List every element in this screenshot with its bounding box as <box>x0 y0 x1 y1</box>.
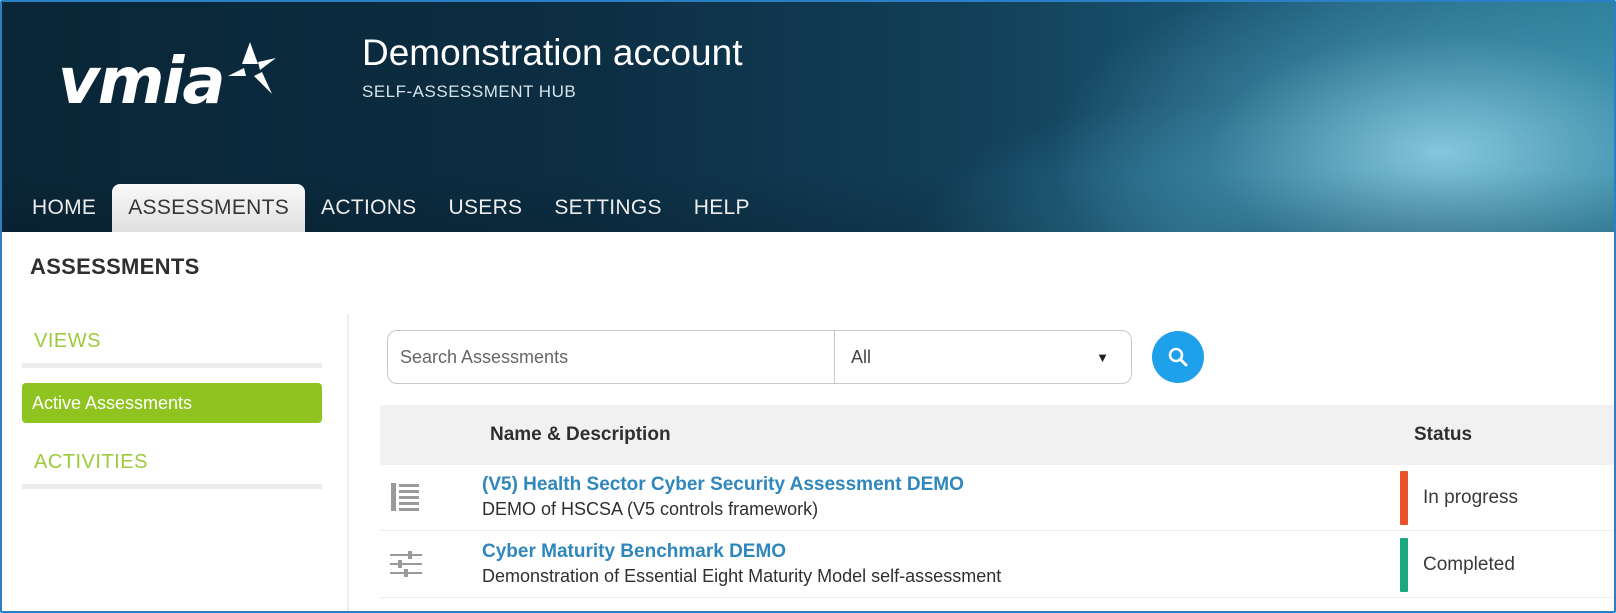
caret-down-icon: ▼ <box>1096 349 1109 365</box>
app-frame: vmia Demonstration account SELF-ASSESSME… <box>0 0 1616 613</box>
column-header-status[interactable]: Status <box>1414 405 1472 465</box>
header-banner: vmia Demonstration account SELF-ASSESSME… <box>2 2 1614 232</box>
main-nav: HOME ASSESSMENTS ACTIONS USERS SETTINGS … <box>16 184 766 232</box>
table-row[interactable]: (V5) Health Sector Cyber Security Assess… <box>380 465 1614 531</box>
search-input[interactable] <box>388 331 834 383</box>
table-header: Name & Description Status <box>380 405 1614 465</box>
search-icon <box>1168 347 1188 367</box>
search-bar: All ▼ <box>387 330 1132 384</box>
status-indicator <box>1400 471 1408 525</box>
tab-assessments[interactable]: ASSESSMENTS <box>112 184 306 232</box>
status-badge: In progress <box>1423 487 1519 508</box>
table-row[interactable]: Cyber Maturity Benchmark DEMO Demonstrat… <box>380 532 1614 598</box>
logo-text: vmia <box>58 45 226 119</box>
sidebar-item-active-assessments[interactable]: Active Assessments <box>22 383 322 423</box>
logo-star-icon <box>228 42 276 94</box>
tab-home[interactable]: HOME <box>16 184 112 232</box>
status-badge: Completed <box>1423 554 1515 575</box>
tab-actions[interactable]: ACTIONS <box>305 184 432 232</box>
list-icon <box>391 483 419 511</box>
sliders-icon <box>390 551 422 577</box>
search-button[interactable] <box>1152 331 1204 383</box>
tab-users[interactable]: USERS <box>433 184 539 232</box>
sidebar: VIEWS Active Assessments ACTIVITIES <box>22 322 322 489</box>
filter-select[interactable]: All ▼ <box>834 331 1131 383</box>
sidebar-heading-views[interactable]: VIEWS <box>22 322 322 368</box>
assessment-link[interactable]: (V5) Health Sector Cyber Security Assess… <box>482 474 964 496</box>
assessment-link[interactable]: Cyber Maturity Benchmark DEMO <box>482 541 786 563</box>
status-indicator <box>1400 538 1408 592</box>
tab-settings[interactable]: SETTINGS <box>538 184 677 232</box>
account-title: Demonstration account <box>362 32 743 73</box>
vmia-logo[interactable]: vmia <box>58 40 278 120</box>
page-title: ASSESSMENTS <box>30 254 200 279</box>
sidebar-heading-activities[interactable]: ACTIVITIES <box>22 443 322 489</box>
account-subtitle: SELF-ASSESSMENT HUB <box>362 82 577 101</box>
assessment-description: Demonstration of Essential Eight Maturit… <box>482 566 1002 586</box>
sidebar-divider <box>347 314 349 611</box>
column-header-name[interactable]: Name & Description <box>490 405 671 465</box>
assessment-description: DEMO of HSCSA (V5 controls framework) <box>482 499 819 519</box>
tab-help[interactable]: HELP <box>678 184 766 232</box>
filter-value: All <box>851 346 872 367</box>
